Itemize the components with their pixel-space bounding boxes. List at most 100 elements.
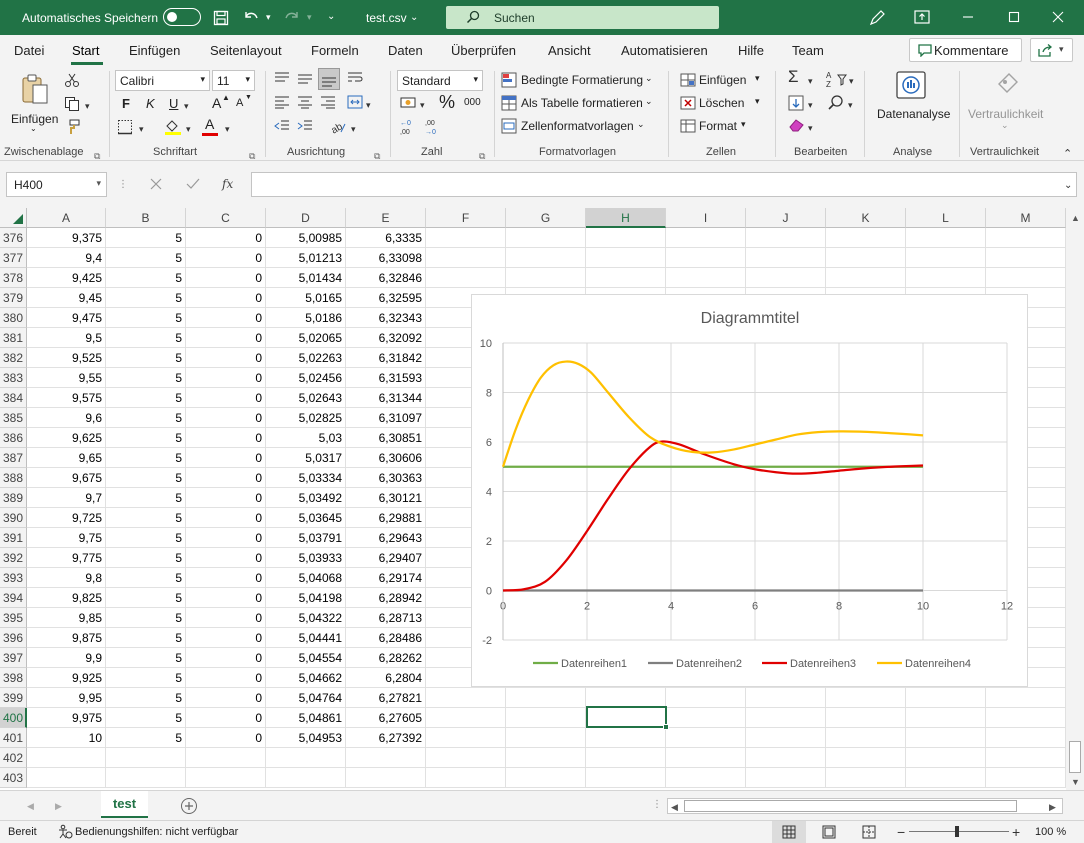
cell-c398[interactable]: 0: [186, 668, 266, 688]
page-break-view-icon[interactable]: [862, 825, 876, 842]
cell-l399[interactable]: [906, 688, 986, 708]
cell-l377[interactable]: [906, 248, 986, 268]
legend-entry-3[interactable]: Datenreihen3: [790, 658, 856, 670]
cell-d378[interactable]: 5,01434: [266, 268, 346, 288]
cell-e396[interactable]: 6,28486: [346, 628, 426, 648]
autosum-dropdown-icon[interactable]: ▾: [808, 73, 813, 89]
cell-h376[interactable]: [586, 228, 666, 248]
find-select-icon[interactable]: [827, 94, 845, 115]
cell-b399[interactable]: 5: [106, 688, 186, 708]
cell-d381[interactable]: 5,02065: [266, 328, 346, 348]
cell-b391[interactable]: 5: [106, 528, 186, 548]
cell-e377[interactable]: 6,33098: [346, 248, 426, 268]
cell-l400[interactable]: [906, 708, 986, 728]
cell-f376[interactable]: [426, 228, 506, 248]
font-color-dropdown-icon[interactable]: ▾: [225, 121, 230, 137]
tab-hilfe[interactable]: Hilfe: [738, 43, 764, 58]
grow-font-button[interactable]: A: [212, 95, 221, 111]
cell-a389[interactable]: 9,7: [27, 488, 106, 508]
row-header-385[interactable]: 385: [0, 408, 27, 428]
cell-l402[interactable]: [906, 748, 986, 768]
tab-team[interactable]: Team: [792, 43, 824, 58]
cell-e399[interactable]: 6,27821: [346, 688, 426, 708]
cell-j377[interactable]: [746, 248, 826, 268]
cell-j403[interactable]: [746, 768, 826, 788]
row-header-402[interactable]: 402: [0, 748, 27, 768]
cell-c379[interactable]: 0: [186, 288, 266, 308]
cell-a394[interactable]: 9,825: [27, 588, 106, 608]
wrap-text-icon[interactable]: [347, 71, 363, 88]
page-layout-view-icon[interactable]: [822, 825, 836, 842]
cell-c395[interactable]: 0: [186, 608, 266, 628]
align-bottom-icon[interactable]: [318, 68, 340, 90]
conditional-formatting-button[interactable]: Bedingte Formatierung ⌄: [501, 70, 661, 90]
row-header-399[interactable]: 399: [0, 688, 27, 708]
name-box[interactable]: H400 ▾: [6, 172, 107, 197]
row-header-379[interactable]: 379: [0, 288, 27, 308]
font-size-select[interactable]: 11 ▾: [212, 70, 255, 91]
cell-l401[interactable]: [906, 728, 986, 748]
cell-a384[interactable]: 9,575: [27, 388, 106, 408]
cell-b402[interactable]: [106, 748, 186, 768]
tab-daten[interactable]: Daten: [388, 43, 423, 58]
zoom-slider[interactable]: [909, 831, 1009, 832]
column-header-e[interactable]: E: [346, 208, 426, 228]
cell-d382[interactable]: 5,02263: [266, 348, 346, 368]
scroll-right-icon[interactable]: ▶: [1049, 799, 1056, 815]
cell-d399[interactable]: 5,04764: [266, 688, 346, 708]
cell-m402[interactable]: [986, 748, 1066, 768]
cell-m400[interactable]: [986, 708, 1066, 728]
cell-d392[interactable]: 5,03933: [266, 548, 346, 568]
cell-d380[interactable]: 5,0186: [266, 308, 346, 328]
delete-cells-button[interactable]: Löschen ▾: [680, 93, 768, 113]
redo-dropdown-icon[interactable]: ▾: [307, 10, 312, 24]
align-left-icon[interactable]: [274, 95, 290, 112]
number-format-select[interactable]: Standard ▾: [397, 70, 483, 91]
cell-k403[interactable]: [826, 768, 906, 788]
vertical-scroll-thumb[interactable]: [1069, 741, 1081, 773]
row-header-400[interactable]: 400: [0, 708, 27, 728]
sheet-tab-test[interactable]: test: [101, 791, 148, 818]
cell-f378[interactable]: [426, 268, 506, 288]
row-header-394[interactable]: 394: [0, 588, 27, 608]
cell-k400[interactable]: [826, 708, 906, 728]
pen-icon[interactable]: [868, 9, 886, 29]
cell-e383[interactable]: 6,31593: [346, 368, 426, 388]
prev-sheet-icon[interactable]: ◀: [27, 798, 34, 814]
cell-a396[interactable]: 9,875: [27, 628, 106, 648]
cell-f403[interactable]: [426, 768, 506, 788]
status-accessibility[interactable]: Bedienungshilfen: nicht verfügbar: [75, 826, 238, 838]
column-header-h[interactable]: H: [586, 208, 666, 228]
column-header-c[interactable]: C: [186, 208, 266, 228]
increase-decimal-icon[interactable]: ←0,00: [400, 118, 420, 139]
row-header-380[interactable]: 380: [0, 308, 27, 328]
cell-i401[interactable]: [666, 728, 746, 748]
cell-b396[interactable]: 5: [106, 628, 186, 648]
cell-m401[interactable]: [986, 728, 1066, 748]
cell-k402[interactable]: [826, 748, 906, 768]
column-header-l[interactable]: L: [906, 208, 986, 228]
cell-d388[interactable]: 5,03334: [266, 468, 346, 488]
cell-c381[interactable]: 0: [186, 328, 266, 348]
cell-a391[interactable]: 9,75: [27, 528, 106, 548]
cell-b376[interactable]: 5: [106, 228, 186, 248]
horizontal-scroll-thumb[interactable]: [684, 800, 1017, 812]
row-header-388[interactable]: 388: [0, 468, 27, 488]
cell-a378[interactable]: 9,425: [27, 268, 106, 288]
cell-c387[interactable]: 0: [186, 448, 266, 468]
tab-seitenlayout[interactable]: Seitenlayout: [210, 43, 282, 58]
cell-c400[interactable]: 0: [186, 708, 266, 728]
row-header-387[interactable]: 387: [0, 448, 27, 468]
scroll-up-icon[interactable]: ▲: [1071, 210, 1080, 226]
sort-filter-icon[interactable]: AZ: [826, 70, 848, 91]
cell-a400[interactable]: 9,975: [27, 708, 106, 728]
cell-d398[interactable]: 5,04662: [266, 668, 346, 688]
find-dropdown-icon[interactable]: ▾: [848, 97, 853, 113]
align-middle-icon[interactable]: [297, 71, 313, 88]
search-box[interactable]: Suchen: [446, 6, 719, 29]
cell-l378[interactable]: [906, 268, 986, 288]
tab-datei[interactable]: Datei: [14, 43, 44, 58]
cell-a386[interactable]: 9,625: [27, 428, 106, 448]
cell-e385[interactable]: 6,31097: [346, 408, 426, 428]
row-header-389[interactable]: 389: [0, 488, 27, 508]
